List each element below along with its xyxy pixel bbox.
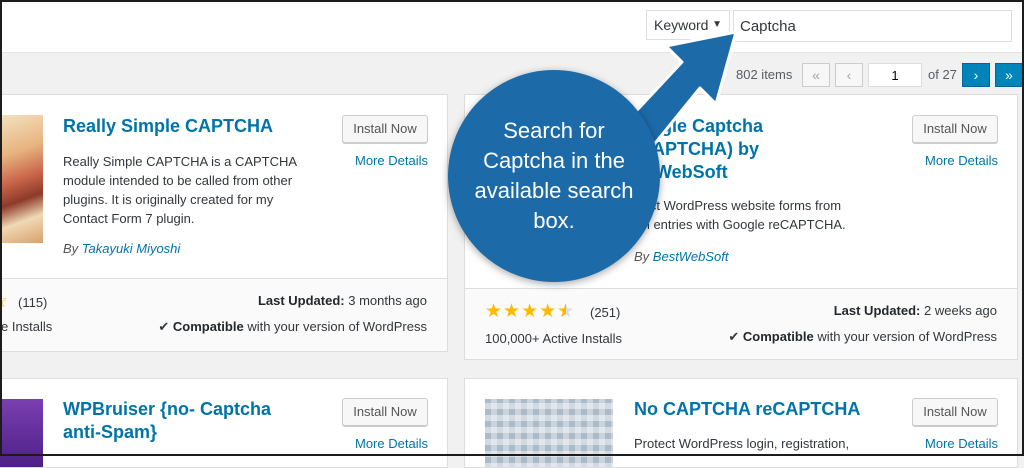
callout-text: Search for Captcha in the available sear…: [474, 118, 634, 233]
callout-bubble: Search for Captcha in the available sear…: [448, 70, 660, 282]
